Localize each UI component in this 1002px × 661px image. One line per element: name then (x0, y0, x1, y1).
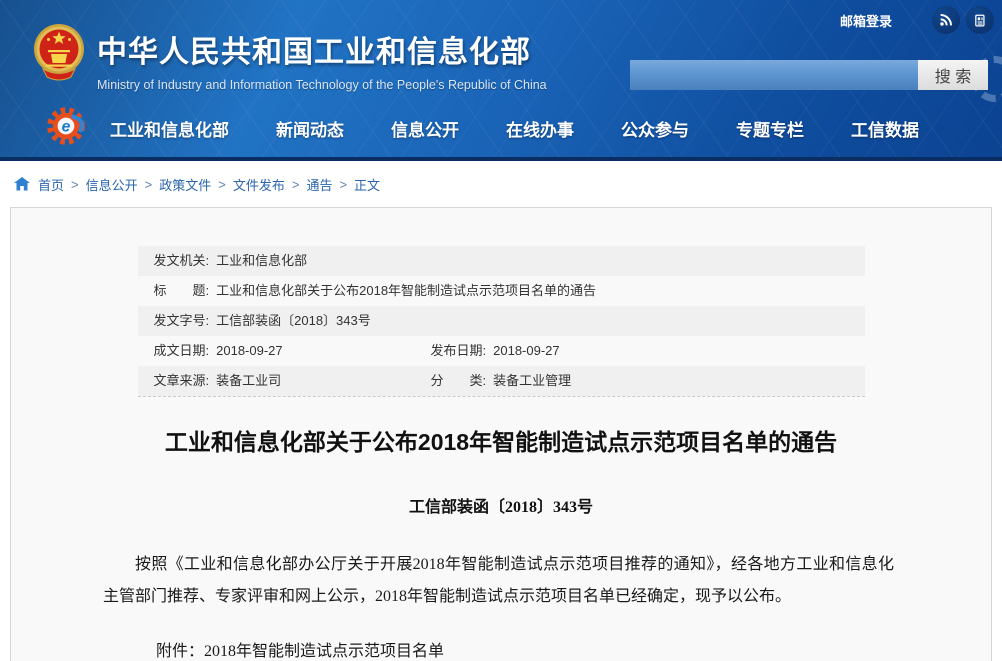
meta-label: 文章来源: (154, 366, 210, 396)
miit-gear-logo-icon: e (44, 103, 90, 154)
breadcrumb: 首页 > 信息公开 > 政策文件 > 文件发布 > 通告 > 正文 (0, 161, 1002, 207)
national-emblem (33, 22, 85, 87)
article-panel: 发文机关: 工业和信息化部 标 题: 工业和信息化部关于公布2018年智能制造试… (10, 207, 992, 661)
meta-row-issuing-agency: 发文机关: 工业和信息化部 (138, 246, 865, 276)
meta-label: 发文字号: (154, 306, 210, 336)
search-box: 搜 索 (630, 60, 988, 90)
svg-text:e: e (62, 119, 71, 136)
meta-row-title: 标 题: 工业和信息化部关于公布2018年智能制造试点示范项目名单的通告 (138, 276, 865, 306)
meta-label: 发布日期: (431, 336, 487, 366)
meta-label: 标 题: (154, 276, 210, 306)
meta-row-source-category: 文章来源: 装备工业司 分 类: 装备工业管理 (138, 366, 865, 396)
breadcrumb-separator: > (339, 177, 347, 192)
breadcrumb-separator: > (71, 177, 79, 192)
nav-item-public-participation[interactable]: 公众参与 (621, 116, 689, 141)
meta-value: 工业和信息化部关于公布2018年智能制造试点示范项目名单的通告 (216, 276, 596, 306)
meta-row-doc-number: 发文字号: 工信部装函〔2018〕343号 (138, 306, 865, 336)
meta-value: 装备工业管理 (493, 366, 571, 396)
meta-row-dates: 成文日期: 2018-09-27 发布日期: 2018-09-27 (138, 336, 865, 366)
breadcrumb-separator: > (292, 177, 300, 192)
meta-value: 工业和信息化部 (216, 246, 307, 276)
header-top-links: 邮箱登录 (840, 6, 994, 34)
meta-label: 发文机关: (154, 246, 210, 276)
meta-value: 2018-09-27 (216, 336, 283, 366)
nav-item-news[interactable]: 新闻动态 (276, 116, 344, 141)
article-title: 工业和信息化部关于公布2018年智能制造试点示范项目名单的通告 (103, 427, 899, 457)
top-banner: 中华人民共和国工业和信息化部 Ministry of Industry and … (0, 0, 1002, 161)
nav-item-info-disclosure[interactable]: 信息公开 (391, 116, 459, 141)
nav-item-ministry[interactable]: 工业和信息化部 (110, 116, 229, 141)
attachment-label: 附件： (156, 643, 204, 660)
site-title: 中华人民共和国工业和信息化部 (97, 27, 547, 71)
meta-label: 分 类: (431, 366, 487, 396)
search-button[interactable]: 搜 索 (918, 60, 988, 90)
breadcrumb-info-disclosure[interactable]: 信息公开 (86, 175, 138, 194)
breadcrumb-notices[interactable]: 通告 (306, 175, 332, 194)
mail-login-link[interactable]: 邮箱登录 (840, 11, 892, 30)
meta-label: 成文日期: (154, 336, 210, 366)
meta-value: 工信部装函〔2018〕343号 (216, 306, 371, 336)
newspaper-icon[interactable] (966, 6, 994, 34)
breadcrumb-policy-documents[interactable]: 政策文件 (159, 175, 211, 194)
rss-icon[interactable] (932, 6, 960, 34)
nav-item-special-topics[interactable]: 专题专栏 (736, 116, 804, 141)
breadcrumb-current-article: 正文 (354, 175, 380, 194)
breadcrumb-document-release[interactable]: 文件发布 (233, 175, 285, 194)
breadcrumb-separator: > (145, 177, 153, 192)
nav-item-online-services[interactable]: 在线办事 (506, 116, 574, 141)
document-meta-table: 发文机关: 工业和信息化部 标 题: 工业和信息化部关于公布2018年智能制造试… (138, 246, 865, 397)
site-subtitle-en: Ministry of Industry and Information Tec… (97, 78, 547, 92)
search-input[interactable] (630, 60, 918, 90)
breadcrumb-home[interactable]: 首页 (38, 175, 64, 194)
site-header: 中华人民共和国工业和信息化部 Ministry of Industry and … (0, 0, 1002, 100)
article-paragraph: 按照《工业和信息化部办公厅关于开展2018年智能制造试点示范项目推荐的通知》，经… (103, 549, 894, 613)
main-nav: e 工业和信息化部 新闻动态 信息公开 在线办事 公众参与 专题专栏 工信数据 (0, 100, 1002, 161)
nav-item-miit-data[interactable]: 工信数据 (851, 116, 919, 141)
article-doc-number: 工信部装函〔2018〕343号 (11, 493, 991, 517)
meta-value: 装备工业司 (216, 366, 281, 396)
home-icon[interactable] (14, 177, 30, 191)
attachment-line: 附件：2018年智能制造试点示范项目名单 (103, 637, 894, 661)
attachment-link[interactable]: 2018年智能制造试点示范项目名单 (204, 643, 444, 660)
meta-value: 2018-09-27 (493, 336, 560, 366)
breadcrumb-separator: > (218, 177, 226, 192)
